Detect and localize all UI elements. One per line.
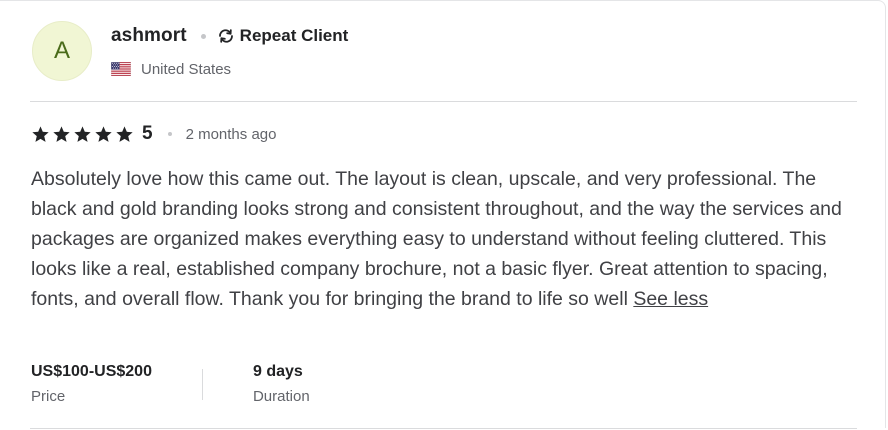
name-row: ashmort Repeat Client bbox=[111, 24, 348, 48]
star-icon bbox=[53, 125, 70, 142]
reviewer-username[interactable]: ashmort bbox=[111, 25, 187, 47]
review-body: Absolutely love how this came out. The l… bbox=[31, 168, 842, 310]
country-label: United States bbox=[141, 60, 232, 78]
star-rating bbox=[31, 125, 136, 144]
price-value: US$100-US$200 bbox=[31, 363, 152, 380]
separator-dot bbox=[167, 132, 172, 136]
divider bbox=[30, 428, 857, 429]
meta-divider bbox=[201, 369, 203, 400]
country-row: United States bbox=[110, 59, 232, 79]
avatar[interactable]: A bbox=[32, 21, 92, 81]
duration-block: 9 days Duration bbox=[253, 361, 310, 411]
divider bbox=[30, 101, 857, 102]
price-block: US$100-US$200 Price bbox=[31, 361, 152, 411]
star-icon bbox=[116, 125, 133, 142]
duration-value: 9 days bbox=[252, 363, 303, 380]
star-icon bbox=[95, 125, 112, 142]
review-card: A ashmort Repeat Client United States 5 … bbox=[0, 0, 886, 429]
star-icon bbox=[32, 125, 49, 142]
order-meta: US$100-US$200 Price 9 days Duration bbox=[31, 361, 310, 411]
review-text: Absolutely love how this came out. The l… bbox=[31, 164, 853, 314]
avatar-initial: A bbox=[53, 37, 70, 64]
reviewer-header: A ashmort Repeat Client United States bbox=[32, 19, 857, 99]
duration-label: Duration bbox=[252, 388, 310, 405]
us-flag-icon bbox=[110, 61, 132, 77]
rating-value: 5 bbox=[142, 123, 153, 144]
review-time: 2 months ago bbox=[185, 125, 277, 143]
see-less-link[interactable]: See less bbox=[633, 288, 708, 310]
star-icon bbox=[74, 125, 91, 142]
repeat-client-label: Repeat Client bbox=[239, 26, 349, 45]
repeat-icon bbox=[216, 26, 236, 46]
separator-dot bbox=[200, 33, 206, 39]
price-label: Price bbox=[31, 388, 66, 405]
rating-row: 5 2 months ago bbox=[31, 122, 276, 146]
